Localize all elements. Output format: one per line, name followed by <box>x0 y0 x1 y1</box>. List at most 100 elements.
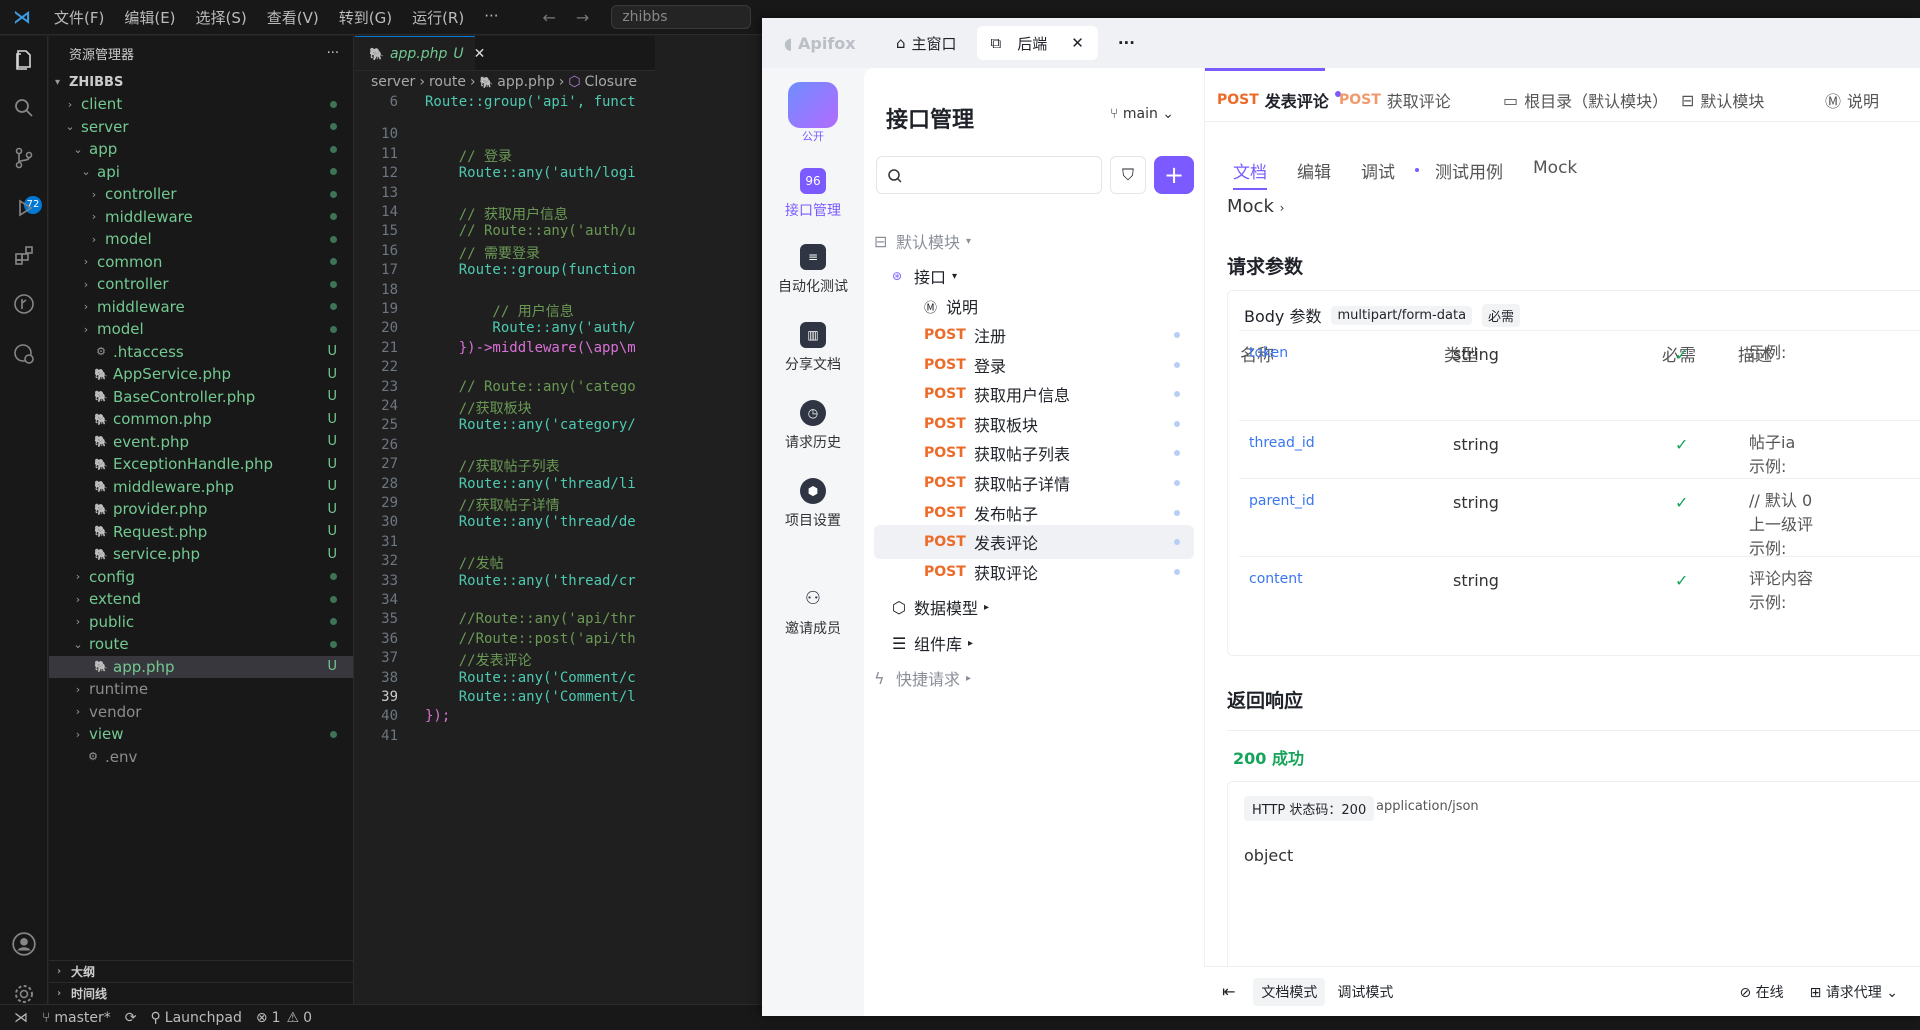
code-line[interactable]: 20 Route::any('auth/ <box>355 320 655 339</box>
file-tree-item[interactable]: ⚙ .env <box>49 746 353 769</box>
file-tree-item[interactable]: ⌄ server <box>49 116 353 139</box>
code-line[interactable]: 25 Route::any('category/ <box>355 417 655 436</box>
online-status[interactable]: ⊘ 在线 <box>1739 982 1783 1002</box>
code-line[interactable]: 14 // 获取用户信息 <box>355 204 655 223</box>
response-status[interactable]: 200 成功 <box>1233 745 1304 769</box>
file-tree-item[interactable]: › controller <box>49 183 353 206</box>
launchpad[interactable]: Launchpad <box>165 1010 242 1026</box>
code-line[interactable]: 35 //Route::any('api/thr <box>355 611 655 630</box>
doc-tab-default-module[interactable]: ⊟ 默认模块 <box>1681 82 1764 118</box>
menu-run[interactable]: 运行(R) <box>402 7 474 28</box>
file-tree-item[interactable]: ⌄ app <box>49 138 353 161</box>
code-line[interactable]: 36 //Route::post('api/th <box>355 631 655 650</box>
file-tree-item[interactable]: 🐘 ExceptionHandle.php U <box>49 453 353 476</box>
close-icon[interactable]: ✕ <box>474 46 486 62</box>
code-line[interactable]: 15 // Route::any('auth/u <box>355 223 655 242</box>
doc-tab-get-comments[interactable]: POST 获取评论 <box>1339 82 1451 118</box>
debug-mode-button[interactable]: 调试模式 <box>1329 978 1401 1006</box>
menu-selection[interactable]: 选择(S) <box>186 7 257 28</box>
code-line[interactable]: 41 <box>355 728 655 747</box>
subtab-test-cases[interactable]: 测试用例 <box>1435 158 1503 183</box>
code-line[interactable]: 38 Route::any('Comment/c <box>355 670 655 689</box>
code-line[interactable]: 34 <box>355 592 655 611</box>
file-tree-item[interactable]: › config <box>49 566 353 589</box>
file-tree-item[interactable]: 🐘 event.php U <box>49 431 353 454</box>
code-line[interactable]: 33 Route::any('thread/cr <box>355 573 655 592</box>
menu-edit[interactable]: 编辑(E) <box>114 7 185 28</box>
nav-share-docs[interactable]: ▥ 分享文档 <box>762 322 864 374</box>
doc-tab-root[interactable]: ▭ 根目录（默认模块） <box>1503 82 1668 118</box>
file-tree-item[interactable]: › view <box>49 723 353 746</box>
back-arrow-icon[interactable]: ← <box>543 8 556 27</box>
file-tree-item[interactable]: › common <box>49 251 353 274</box>
code-line[interactable]: 26 <box>355 437 655 456</box>
file-tree-item[interactable]: › controller <box>49 273 353 296</box>
api-search-input[interactable] <box>876 156 1102 194</box>
subtab-debug[interactable]: 调试 <box>1361 158 1395 183</box>
mock-link[interactable]: Mock › <box>1227 196 1284 217</box>
subtab-edit[interactable]: 编辑 <box>1297 158 1331 183</box>
code-line[interactable]: 18 <box>355 282 655 301</box>
doc-mode-button[interactable]: 文档模式 <box>1253 977 1326 1006</box>
editor-tab-app-php[interactable]: 🐘 app.php U ✕ <box>355 36 485 70</box>
file-tree-item[interactable]: › model <box>49 228 353 251</box>
file-tree-item[interactable]: ⌄ api <box>49 161 353 184</box>
run-debug-icon[interactable] <box>8 192 40 224</box>
tree-data-models[interactable]: ⬡ 数据模型 ▸ <box>892 590 1194 624</box>
nav-request-history[interactable]: ◷ 请求历史 <box>762 400 864 452</box>
file-tree-item[interactable]: › runtime <box>49 678 353 701</box>
remote-icon[interactable]: ⋊ <box>14 1010 28 1026</box>
git-branch[interactable]: master* <box>54 1010 110 1026</box>
breadcrumb-closure[interactable]: Closure <box>585 74 637 90</box>
error-count[interactable]: 1 <box>272 1010 281 1026</box>
code-line[interactable]: 27 //获取帖子列表 <box>355 456 655 475</box>
code-line[interactable]: 21 })->middleware(\app\m <box>355 340 655 359</box>
file-tree-item[interactable]: 🐘 provider.php U <box>49 498 353 521</box>
code-line[interactable]: 29 //获取帖子详情 <box>355 495 655 514</box>
menu-go[interactable]: 转到(G) <box>329 7 402 28</box>
code-line[interactable]: 23 // Route::any('catego <box>355 379 655 398</box>
forward-arrow-icon[interactable]: → <box>576 8 589 27</box>
file-tree-item[interactable]: › middleware <box>49 206 353 229</box>
branch-selector[interactable]: ⑂ main ⌄ <box>1110 106 1174 122</box>
git-graph-icon[interactable] <box>8 288 40 320</box>
tabs-more-button[interactable]: ··· <box>1104 26 1149 60</box>
code-line[interactable]: 12 Route::any('auth/logi <box>355 165 655 184</box>
tab-main-window[interactable]: ⌂ 主窗口 <box>882 26 971 60</box>
add-api-button[interactable]: + <box>1154 156 1194 194</box>
explorer-more-button[interactable]: ··· <box>327 46 339 61</box>
file-tree-item[interactable]: 🐘 app.php U <box>49 655 353 678</box>
code-line[interactable]: 39 Route::any('Comment/l <box>355 689 655 708</box>
filter-button[interactable]: ⛉ <box>1110 156 1146 194</box>
sync-icon[interactable]: ⟳ <box>125 1010 137 1026</box>
menu-file[interactable]: 文件(F) <box>44 7 114 28</box>
search-icon[interactable] <box>8 92 40 124</box>
code-line[interactable]: 28 Route::any('thread/li <box>355 476 655 495</box>
code-line[interactable]: 30 Route::any('thread/de <box>355 514 655 533</box>
code-line[interactable]: 24 //获取板块 <box>355 398 655 417</box>
code-line[interactable]: 11 // 登录 <box>355 146 655 165</box>
account-icon[interactable] <box>8 928 40 960</box>
tree-components[interactable]: ☰ 组件库 ▸ <box>892 626 1194 660</box>
outline-section[interactable]: › 大纲 <box>49 960 354 982</box>
tree-api-group[interactable]: ⊛ 接口 ▾ <box>892 259 1194 293</box>
api-item[interactable]: POST 获取帖子详情 <box>874 466 1194 500</box>
file-tree-item[interactable]: 🐘 AppService.php U <box>49 363 353 386</box>
code-line[interactable]: 13 <box>355 185 655 204</box>
tab-backend[interactable]: ⧉ 后端 ✕ <box>976 26 1098 60</box>
code-line[interactable]: 32 //发帖 <box>355 553 655 572</box>
collapse-sidebar-icon[interactable]: ⇤ <box>1222 982 1235 1001</box>
code-line[interactable]: 10 <box>355 126 655 145</box>
file-tree-item[interactable]: › client <box>49 93 353 116</box>
code-line[interactable]: 16 // 需要登录 <box>355 243 655 262</box>
file-tree-item[interactable]: ⌄ route <box>49 633 353 656</box>
code-line[interactable]: 22 <box>355 359 655 378</box>
nav-automation-test[interactable]: ≡ 自动化测试 <box>762 244 864 296</box>
timeline-section[interactable]: › 时间线 <box>49 982 354 1004</box>
breadcrumb-file[interactable]: app.php <box>497 74 554 90</box>
api-item[interactable]: POST 注册 <box>874 318 1194 352</box>
code-editor[interactable]: 6 Route::group('api', funct 10 11 // 登录 12 R… <box>355 94 655 1004</box>
nav-project-settings[interactable]: ⬢ 项目设置 <box>762 478 864 530</box>
file-tree-item[interactable]: › public <box>49 611 353 634</box>
menu-more[interactable]: ··· <box>474 7 508 28</box>
